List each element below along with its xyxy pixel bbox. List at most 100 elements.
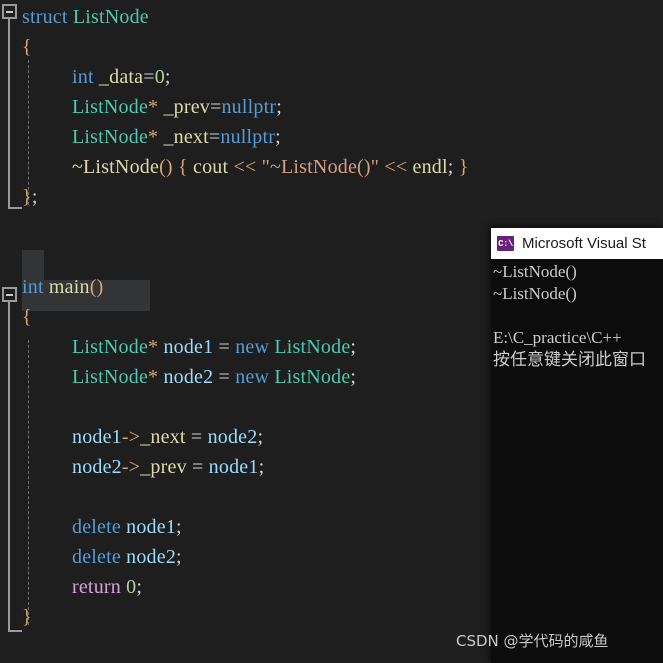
editor-gutter[interactable] [0,0,22,663]
code-token: int [72,66,94,88]
code-line[interactable]: int main() [22,272,103,302]
code-token: << [384,156,408,178]
code-line[interactable]: node2->_prev = node1; [72,452,264,482]
code-token: node1 [163,336,214,358]
code-token: ; [350,366,357,388]
code-line[interactable]: ListNode* _prev=nullptr; [72,92,282,122]
code-token: "~ListNode()" [261,156,380,178]
console-window-title: Microsoft Visual St [522,235,646,252]
code-token: * [148,126,159,148]
code-token: * [148,96,159,118]
code-line[interactable]: node1->_next = node2; [72,422,263,452]
code-token: _prev [158,96,210,118]
code-token: ; [31,186,38,208]
code-token: ; [176,516,182,538]
console-window[interactable]: C:\ Microsoft Visual St ~ListNode() ~List… [491,228,663,663]
code-token: * [148,366,159,388]
code-token: ListNode [274,336,351,358]
console-line: ~ListNode() [493,284,577,303]
struct-block-bracket-foot [8,207,22,209]
code-token: { [178,156,188,178]
code-token: nullptr [220,126,276,148]
code-line[interactable]: { [22,32,32,62]
code-token: main [48,276,90,298]
code-token: endl [407,156,448,178]
console-titlebar[interactable]: C:\ Microsoft Visual St [491,228,663,259]
code-token: cout [187,156,234,178]
code-line[interactable]: delete node2; [72,542,182,572]
code-token: () [89,276,104,298]
console-line: ~ListNode() [493,262,577,281]
code-line[interactable]: int _data=0; [72,62,171,92]
code-token: 0 [126,576,137,598]
code-token: } [22,606,32,628]
code-token: delete [72,546,121,568]
code-token: 0 [154,66,165,88]
code-token: ; [257,426,264,448]
indent-guide-main [28,340,29,625]
code-token: -> [121,456,141,478]
console-line: 按任意键关闭此窗口 [493,350,646,369]
main-block-bracket [8,302,10,632]
collapse-minus-icon-main[interactable] [2,287,17,302]
code-token: int [22,276,49,298]
code-token: node2 [163,366,214,388]
code-line[interactable]: ListNode* _next=nullptr; [72,122,281,152]
code-token: = [186,456,209,478]
code-line[interactable]: } [22,602,32,632]
code-token: ; [275,126,281,148]
code-token: ListNode [72,96,149,118]
code-token: * [148,336,159,358]
code-token: ; [258,456,265,478]
code-token: ; [176,546,182,568]
code-token: _data [93,66,144,88]
code-token: ; [276,96,282,118]
csdn-watermark: CSDN @学代码的咸鱼 [456,632,609,650]
code-line[interactable]: return 0; [72,572,142,602]
code-line[interactable]: { [22,302,32,332]
code-token: ~ListNode [72,156,160,178]
code-token: ListNode [72,336,149,358]
code-token: = [143,66,155,88]
code-token: -> [121,426,141,448]
code-token: { [22,306,32,328]
screenshot-root: struct ListNode{int _data=0; ListNode* _p… [0,0,663,663]
code-token: new [235,336,270,358]
console-line: E:\C_practice\C++ [493,328,622,347]
console-output-area[interactable]: ~ListNode() ~ListNode() E:\C_practice\C++ 按… [491,259,663,663]
code-token: node2 [72,456,122,478]
code-token: node1 [208,456,259,478]
code-token: ; [136,576,143,598]
code-token: ListNode [72,126,149,148]
code-line[interactable]: }; [22,182,38,212]
console-app-icon: C:\ [497,236,514,251]
code-token: = [213,366,236,388]
code-token: node1 [72,426,122,448]
main-block-bracket-foot [8,630,22,632]
code-token: _prev [140,456,187,478]
code-line[interactable]: ListNode* node1 = new ListNode; [72,332,356,362]
code-token: ; [350,336,357,358]
code-token: ListNode [72,6,149,28]
code-token: _next [140,426,186,448]
code-token: = [185,426,208,448]
code-token: () [159,156,173,178]
code-token: node1 [126,516,177,538]
code-token: = [213,336,236,358]
code-token: } [458,156,469,178]
code-line[interactable]: delete node1; [72,512,182,542]
code-token: _next [158,126,209,148]
code-line[interactable]: ~ListNode() { cout << "~ListNode()" << e… [72,152,469,182]
code-token: { [22,36,32,58]
code-token: } [22,186,32,208]
code-token: delete [72,516,121,538]
code-token: << [233,156,257,178]
collapse-minus-icon-struct[interactable] [2,4,17,19]
code-token: nullptr [221,96,277,118]
code-line[interactable]: struct ListNode [22,2,149,32]
code-token: node2 [126,546,177,568]
code-token: struct [22,6,73,28]
code-token: node2 [207,426,258,448]
code-line[interactable]: ListNode* node2 = new ListNode; [72,362,356,392]
